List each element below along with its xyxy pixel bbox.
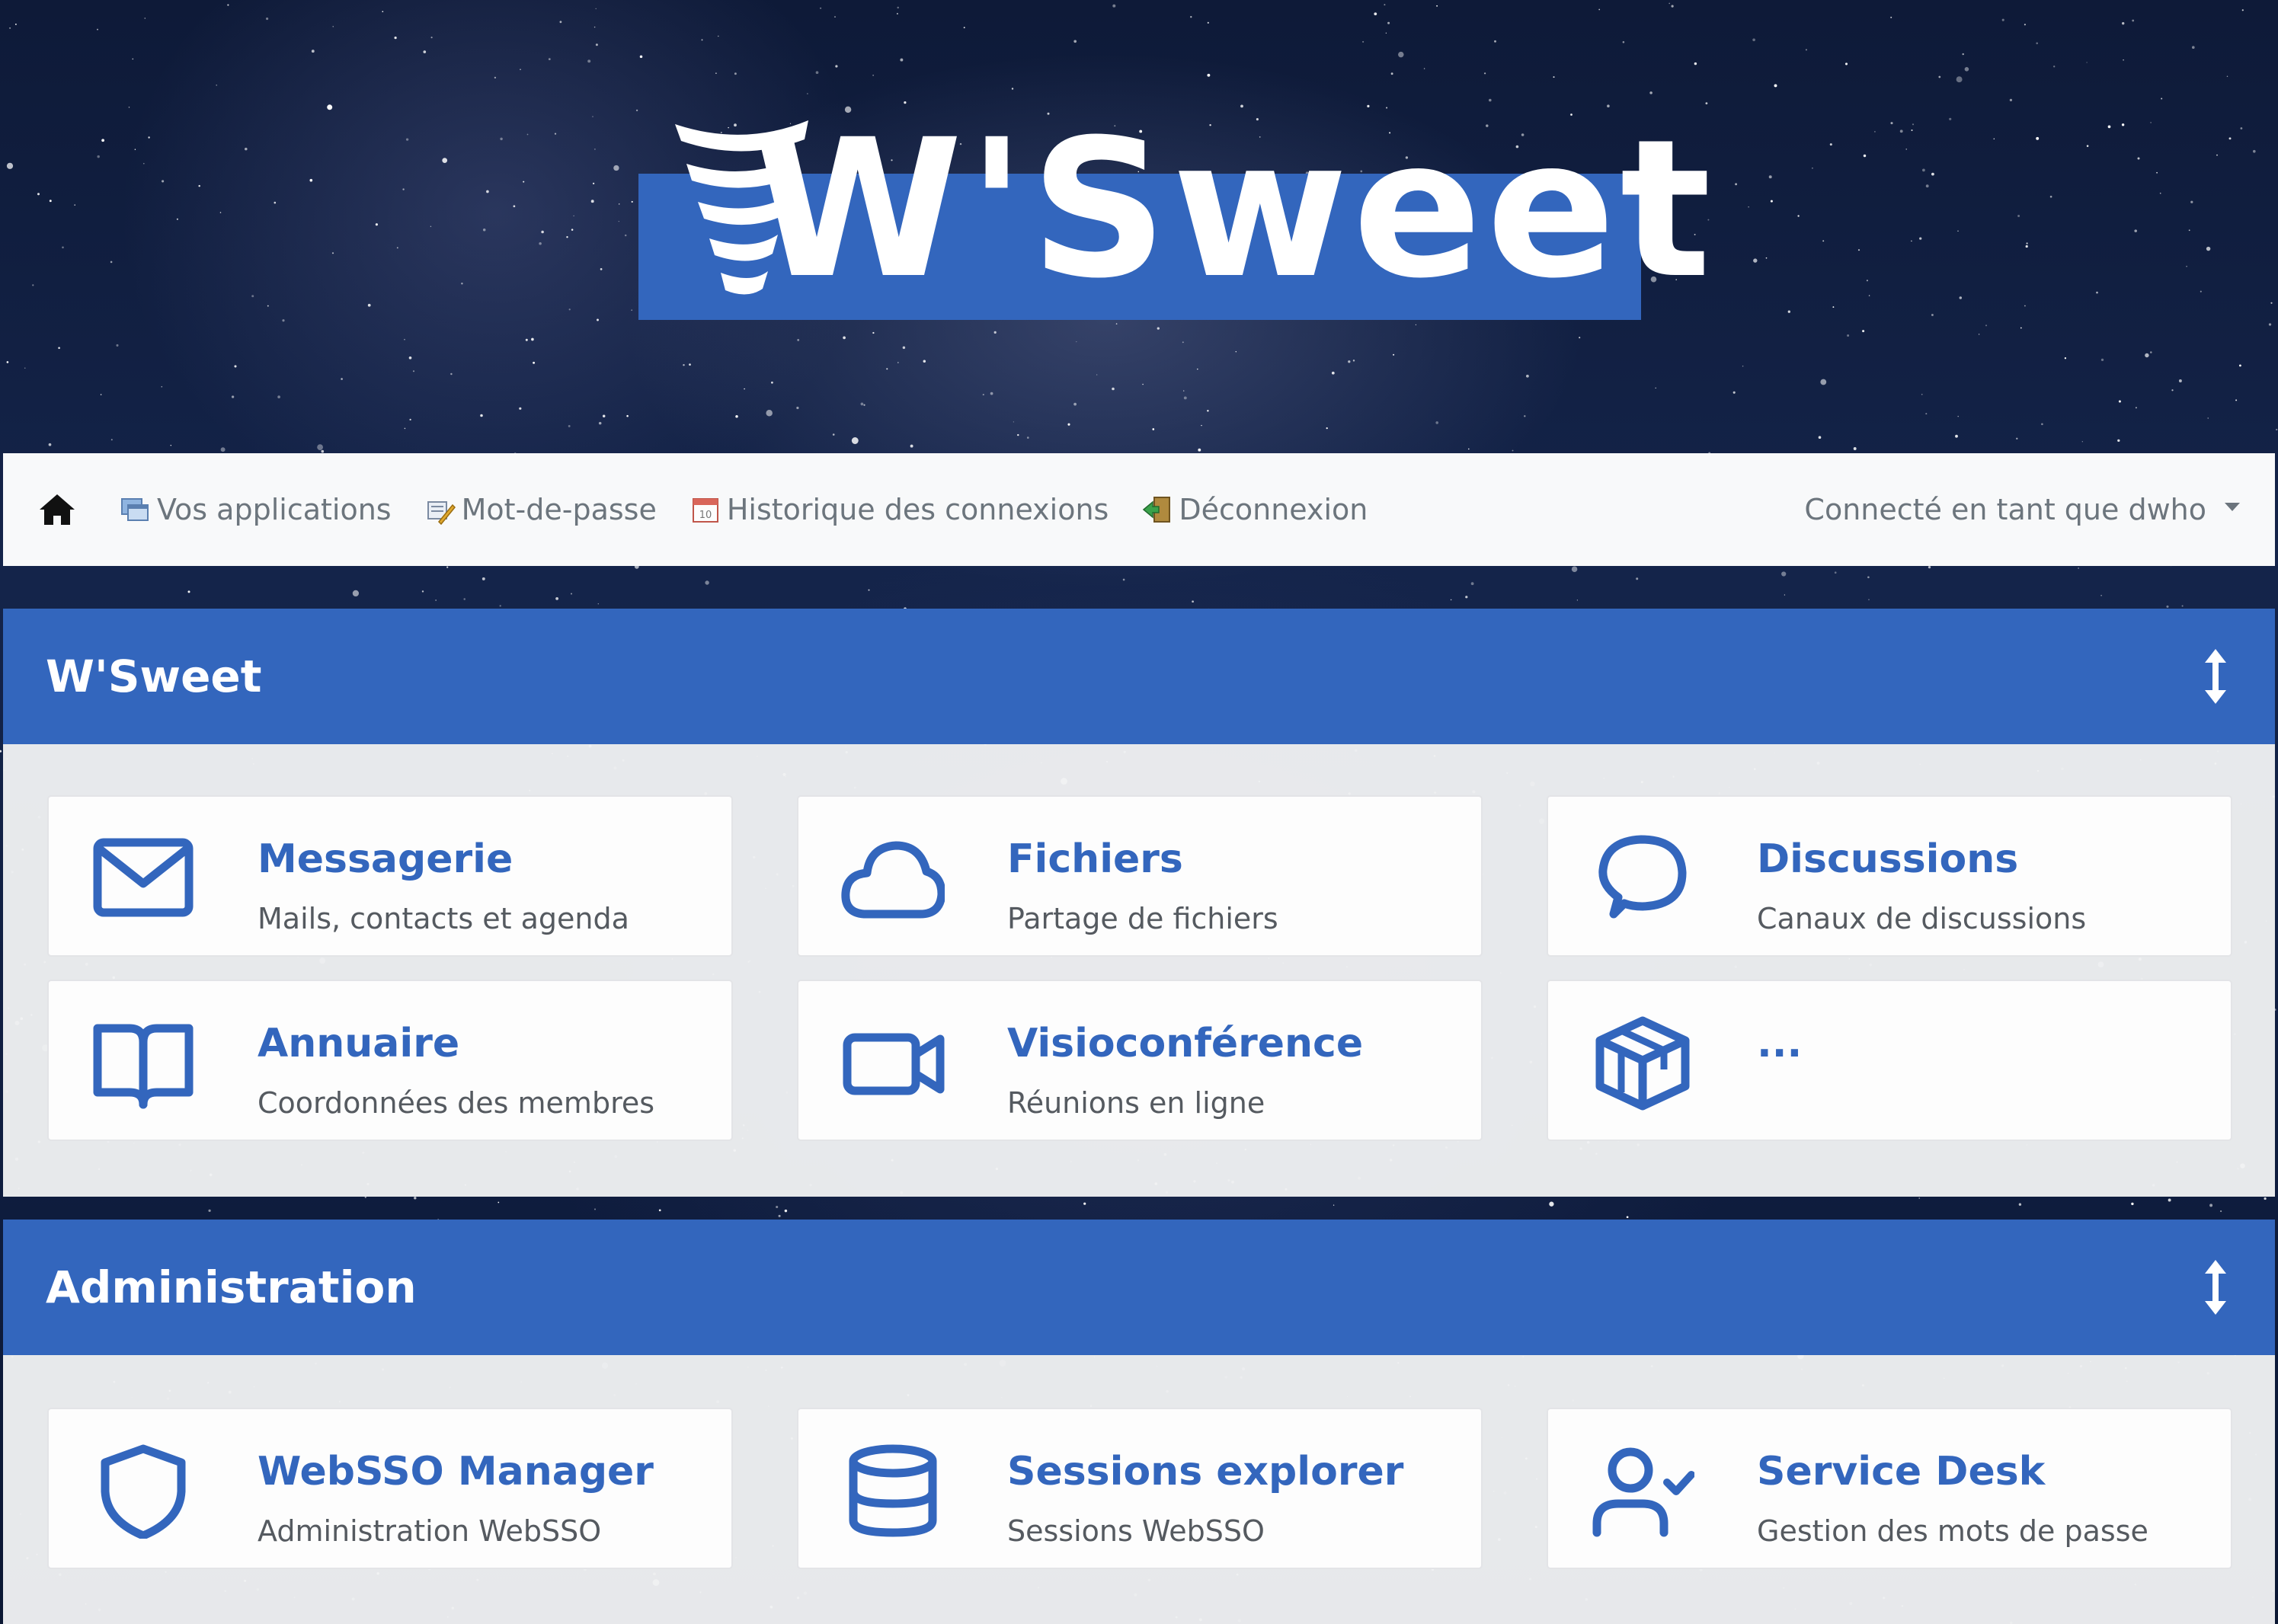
mail-icon — [93, 838, 194, 917]
category-title: W'Sweet — [46, 651, 262, 702]
category-administration-header: Administration — [3, 1220, 2275, 1355]
app-tile-annuaire[interactable]: Annuaire Coordonnées des membres — [47, 980, 733, 1141]
category-title: Administration — [46, 1261, 417, 1313]
app-name: Sessions explorer — [1007, 1449, 1404, 1495]
resize-vertical-icon[interactable] — [2199, 1257, 2232, 1318]
password-icon — [427, 501, 456, 525]
home-button[interactable] — [38, 490, 78, 529]
app-description: Administration WebSSO — [258, 1514, 602, 1548]
svg-text:10: 10 — [699, 510, 712, 521]
app-tile-visioconference[interactable]: Visioconférence Réunions en ligne — [797, 980, 1483, 1141]
app-tile-websso-manager[interactable]: WebSSO Manager Administration WebSSO — [47, 1408, 733, 1569]
shield-icon — [101, 1444, 186, 1539]
nav-password[interactable]: Mot-de-passe — [425, 493, 657, 526]
app-name: Discussions — [1757, 836, 2019, 882]
app-description: Sessions WebSSO — [1007, 1514, 1265, 1548]
nav-history-label: Historique des connexions — [726, 493, 1109, 526]
app-description: Mails, contacts et agenda — [258, 902, 629, 935]
applications-icon — [121, 498, 149, 521]
app-name: Fichiers — [1007, 836, 1183, 882]
app-name: Messagerie — [258, 836, 514, 882]
app-tile-messagerie[interactable]: Messagerie Mails, contacts et agenda — [47, 795, 733, 957]
book-icon — [93, 1024, 194, 1109]
user-check-icon — [1592, 1447, 1694, 1537]
resize-vertical-icon[interactable] — [2199, 646, 2232, 707]
app-description: Canaux de discussions — [1757, 902, 2087, 935]
app-name: Visioconférence — [1007, 1021, 1364, 1066]
user-menu-dropdown[interactable]: Connecté en tant que dwho — [1804, 493, 2240, 526]
app-tile-discussions[interactable]: Discussions Canaux de discussions — [1547, 795, 2232, 957]
chevron-down-icon — [2225, 502, 2240, 511]
app-tile-service-desk[interactable]: Service Desk Gestion des mots de passe — [1547, 1408, 2232, 1569]
category-wsweet-header: W'Sweet — [3, 609, 2275, 744]
cloud-icon — [841, 841, 945, 919]
app-name: Service Desk — [1757, 1449, 2046, 1495]
app-tile-sessions-explorer[interactable]: Sessions explorer Sessions WebSSO — [797, 1408, 1483, 1569]
app-tile-more[interactable]: ... — [1547, 980, 2232, 1141]
nav-logout[interactable]: Déconnexion — [1142, 493, 1368, 526]
category-wsweet: W'Sweet Messagerie Mails, contacts et ag… — [3, 609, 2275, 1197]
chat-icon — [1598, 835, 1687, 919]
logout-icon — [1143, 497, 1171, 523]
box-icon — [1595, 1016, 1690, 1111]
nav-logout-label: Déconnexion — [1179, 493, 1368, 526]
app-description: Partage de fichiers — [1007, 902, 1278, 935]
app-name: Annuaire — [258, 1021, 460, 1066]
category-administration: Administration WebSSO Manager Administra… — [3, 1220, 2275, 1624]
calendar-icon: 10 — [692, 498, 718, 523]
app-name: WebSSO Manager — [258, 1449, 654, 1495]
user-menu-label: Connecté en tant que dwho — [1804, 493, 2206, 526]
wsweet-logo: W'Sweet — [638, 110, 1711, 320]
home-icon — [40, 494, 75, 525]
nav-applications-label: Vos applications — [157, 493, 392, 526]
app-description: Gestion des mots de passe — [1757, 1514, 2148, 1548]
app-description: Coordonnées des membres — [258, 1086, 655, 1120]
app-tile-fichiers[interactable]: Fichiers Partage de fichiers — [797, 795, 1483, 957]
app-description: Réunions en ligne — [1007, 1086, 1265, 1120]
logo-text: W'Sweet — [753, 98, 1716, 320]
top-navbar: Vos applications Mot-de-passe 10 Histori… — [3, 453, 2275, 566]
video-icon — [843, 1033, 945, 1095]
database-icon — [849, 1444, 937, 1537]
nav-history[interactable]: 10 Historique des connexions — [690, 493, 1109, 526]
nav-applications[interactable]: Vos applications — [120, 493, 392, 526]
app-name: ... — [1757, 1021, 1803, 1066]
nav-password-label: Mot-de-passe — [461, 493, 657, 526]
